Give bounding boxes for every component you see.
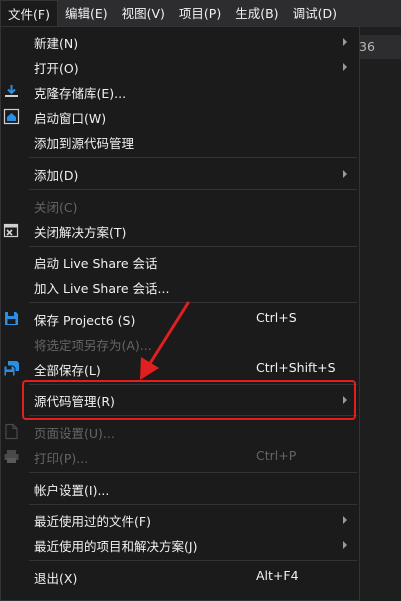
menu-edit[interactable]: 编辑(E): [58, 0, 115, 27]
submenu-arrow-icon: [343, 541, 347, 549]
menu-item-recent-projects[interactable]: 最近使用的项目和解决方案(J): [1, 532, 359, 557]
shortcut-label: Ctrl+S: [256, 310, 297, 325]
menu-file[interactable]: 文件(F): [0, 0, 58, 27]
menu-item-label: 启动 Live Share 会话: [34, 256, 158, 271]
submenu-arrow-icon: [343, 396, 347, 404]
file-menu-dropdown: 新建(N) 打开(O) 克隆存储库(E)... 启动窗口(W) 添加到源代码管理…: [0, 26, 360, 601]
menu-item-label: 源代码管理(R): [34, 394, 115, 409]
menu-separator: [29, 560, 357, 561]
menu-separator: [29, 302, 357, 303]
menu-item-label: 全部保存(L): [34, 363, 101, 378]
menu-item-label: 最近使用过的文件(F): [34, 514, 151, 529]
menu-item-label: 关闭(C): [34, 200, 78, 215]
menu-item-new[interactable]: 新建(N): [1, 29, 359, 54]
editor-tab[interactable]: 36: [356, 35, 401, 59]
menu-view[interactable]: 视图(V): [115, 0, 172, 27]
menu-item-label: 页面设置(U)...: [34, 426, 115, 441]
menu-item-label: 添加(D): [34, 168, 79, 183]
menu-item-label: 新建(N): [34, 36, 79, 51]
menu-project[interactable]: 项目(P): [172, 0, 228, 27]
submenu-arrow-icon: [343, 170, 347, 178]
menu-item-label: 打印(P)...: [34, 451, 89, 466]
menu-item-start-live-share[interactable]: 启动 Live Share 会话: [1, 249, 359, 274]
menu-item-account-settings[interactable]: 帐户设置(I)...: [1, 476, 359, 501]
menu-item-save-project[interactable]: 保存 Project6 (S) Ctrl+S: [1, 306, 359, 331]
menu-separator: [29, 504, 357, 505]
menu-item-label: 关闭解决方案(T): [34, 225, 127, 240]
menu-separator: [29, 384, 357, 385]
menu-item-label: 退出(X): [34, 571, 78, 586]
menu-debug[interactable]: 调试(D): [286, 0, 344, 27]
menu-separator: [29, 189, 357, 190]
menu-item-add[interactable]: 添加(D): [1, 161, 359, 186]
menu-build[interactable]: 生成(B): [228, 0, 285, 27]
menu-item-recent-files[interactable]: 最近使用过的文件(F): [1, 507, 359, 532]
home-window-icon: [3, 108, 20, 125]
menu-item-close: 关闭(C): [1, 193, 359, 218]
menu-separator: [29, 246, 357, 247]
submenu-arrow-icon: [343, 516, 347, 524]
save-icon: [3, 310, 20, 327]
menu-item-label: 克隆存储库(E)...: [34, 86, 127, 101]
menu-item-save-all[interactable]: 全部保存(L) Ctrl+Shift+S: [1, 356, 359, 381]
menu-item-add-to-source-control[interactable]: 添加到源代码管理: [1, 129, 359, 154]
save-all-icon: [3, 360, 20, 377]
menu-item-exit[interactable]: 退出(X) Alt+F4: [1, 564, 359, 589]
menu-item-label: 最近使用的项目和解决方案(J): [34, 539, 198, 554]
shortcut-label: Ctrl+Shift+S: [256, 360, 336, 375]
menu-item-label: 添加到源代码管理: [34, 136, 135, 151]
page-setup-icon: [3, 423, 20, 440]
menu-item-open[interactable]: 打开(O): [1, 54, 359, 79]
submenu-arrow-icon: [343, 38, 347, 46]
menu-item-save-selected-as: 将选定项另存为(A)...: [1, 331, 359, 356]
menu-separator: [29, 415, 357, 416]
menu-item-join-live-share[interactable]: 加入 Live Share 会话...: [1, 274, 359, 299]
shortcut-label: Ctrl+P: [256, 448, 297, 463]
menu-separator: [29, 472, 357, 473]
vs-window: 文件(F) 编辑(E) 视图(V) 项目(P) 生成(B) 调试(D) 36 新…: [0, 0, 401, 601]
menu-separator: [29, 157, 357, 158]
submenu-arrow-icon: [343, 63, 347, 71]
shortcut-label: Alt+F4: [256, 568, 299, 583]
menu-item-label: 加入 Live Share 会话...: [34, 281, 170, 296]
close-solution-icon: [3, 222, 20, 239]
menu-item-page-setup: 页面设置(U)...: [1, 419, 359, 444]
printer-icon: [3, 448, 20, 465]
menu-item-start-window[interactable]: 启动窗口(W): [1, 104, 359, 129]
download-icon: [3, 83, 20, 100]
menu-item-close-solution[interactable]: 关闭解决方案(T): [1, 218, 359, 243]
menu-item-print: 打印(P)... Ctrl+P: [1, 444, 359, 469]
menu-bar: 文件(F) 编辑(E) 视图(V) 项目(P) 生成(B) 调试(D): [0, 0, 401, 27]
menu-item-label: 将选定项另存为(A)...: [34, 338, 152, 353]
menu-item-label: 启动窗口(W): [34, 111, 107, 126]
menu-item-label: 保存 Project6 (S): [34, 313, 136, 328]
menu-item-label: 帐户设置(I)...: [34, 483, 110, 498]
menu-item-clone-repo[interactable]: 克隆存储库(E)...: [1, 79, 359, 104]
menu-item-label: 打开(O): [34, 61, 79, 76]
menu-item-source-control[interactable]: 源代码管理(R): [21, 387, 357, 412]
